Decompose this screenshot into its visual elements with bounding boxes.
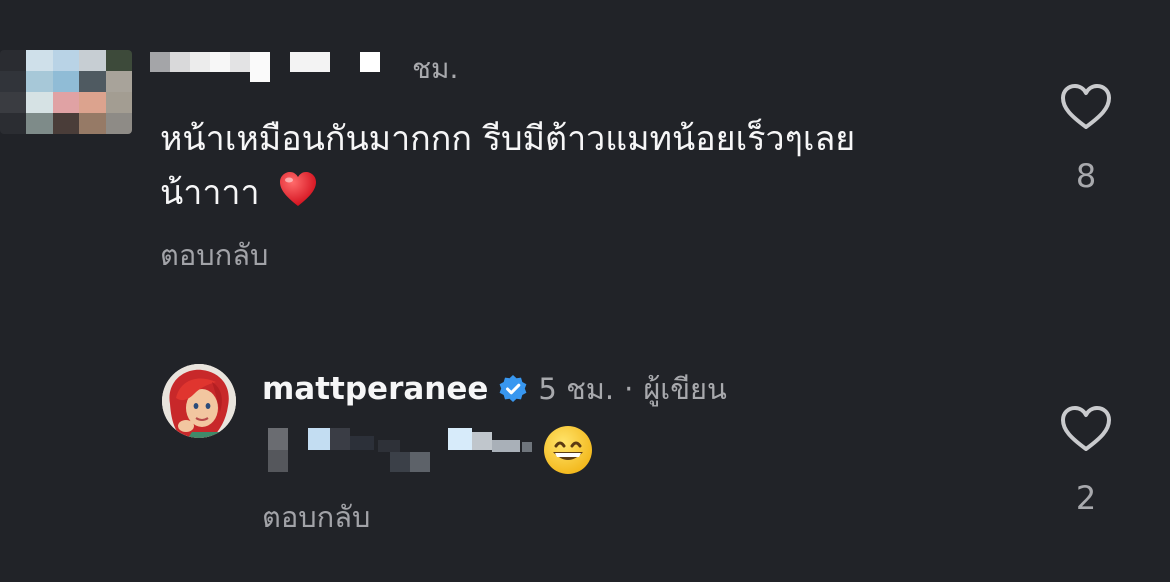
username[interactable]: mattperanee (262, 371, 488, 407)
comment-text-line2-wrap: น้าาาา (160, 166, 1000, 220)
comment-time: 5 ชม. (538, 372, 615, 406)
ariel-avatar-image (162, 364, 236, 438)
username-redacted[interactable] (150, 52, 380, 82)
author-tag: ผู้เขียน (643, 372, 727, 406)
like-count: 8 (1075, 157, 1097, 195)
reply-text-redacted (268, 428, 532, 472)
like-count: 2 (1075, 479, 1097, 517)
avatar[interactable] (162, 364, 236, 438)
comment-text: หน้าเหมือนกันมากกก รีบมีต้าวแมทน้อยเร็วๆ… (160, 112, 1000, 220)
comment-text-line1: หน้าเหมือนกันมากกก รีบมีต้าวแมทน้อยเร็วๆ… (160, 119, 856, 159)
reply-button[interactable]: ตอบกลับ (160, 235, 268, 275)
reply-header: mattperanee 5 ชม. · ผู้เขียน (262, 368, 727, 410)
heart-outline-icon[interactable] (1058, 404, 1114, 454)
separator-dot: · (624, 372, 634, 406)
avatar-redacted[interactable] (0, 50, 132, 134)
comment-text-line2: น้าาาา (160, 173, 260, 213)
heart-emoji (280, 172, 317, 206)
comment-time: ชม. (412, 52, 459, 85)
verified-badge-icon (500, 375, 527, 402)
comments-screen: ชม. หน้าเหมือนกันมากกก รีบมีต้าวแมทน้อยเ… (0, 0, 1170, 582)
grinning-face-emoji (544, 426, 592, 474)
reply-button[interactable]: ตอบกลับ (262, 497, 370, 537)
heart-outline-icon[interactable] (1058, 82, 1114, 132)
